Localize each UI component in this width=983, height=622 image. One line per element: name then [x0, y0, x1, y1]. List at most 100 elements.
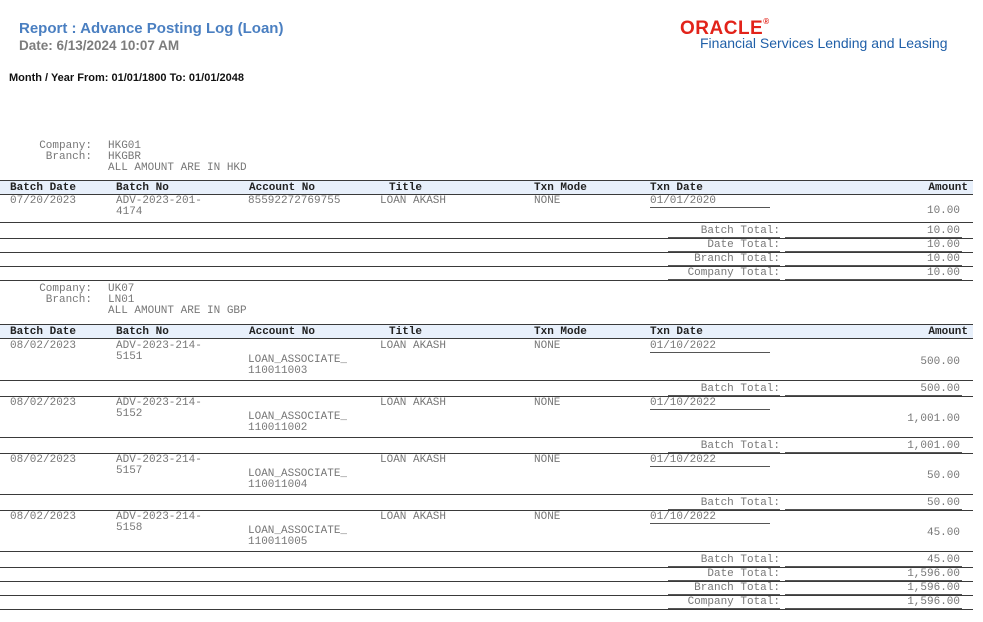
account-no: 110011004: [248, 479, 308, 491]
row-divider: [0, 280, 973, 281]
currency-note: ALL AMOUNT ARE IN GBP: [108, 305, 247, 317]
batch-date: 08/02/2023: [10, 397, 77, 409]
account-no: 110011003: [248, 365, 308, 377]
batch-no: 5157: [116, 465, 143, 477]
account-no: 110011005: [248, 536, 308, 548]
branch-total-value: 10.00: [926, 253, 960, 265]
row-divider: [0, 252, 973, 253]
date-total-label: Date Total:: [707, 568, 780, 580]
row-divider: [0, 437, 973, 438]
col-account-no: Account No: [249, 326, 316, 338]
col-batch-date: Batch Date: [10, 182, 77, 194]
col-txn-date: Txn Date: [650, 326, 703, 338]
oracle-product-name: Financial Services Lending and Leasing: [700, 35, 948, 51]
col-account-no: Account No: [249, 182, 316, 194]
report-title: Report : Advance Posting Log (Loan): [19, 20, 284, 37]
loan-title: LOAN AKASH: [380, 340, 447, 352]
txn-date-underline: [650, 352, 770, 353]
branch-total-label: Branch Total:: [694, 253, 780, 265]
column-header-row: Batch Date Batch No Account No Title Txn Mod…: [0, 180, 973, 195]
company-total-label: Company Total:: [687, 267, 780, 279]
txn-mode: NONE: [534, 511, 561, 523]
txn-date-underline: [650, 207, 770, 208]
txn-date: 01/10/2022: [650, 511, 717, 523]
txn-date: 01/10/2022: [650, 397, 717, 409]
row-divider: [0, 609, 973, 610]
company-total-value: 1,596.00: [907, 596, 960, 608]
batch-total-label: Batch Total:: [700, 497, 780, 509]
batch-no: 5151: [116, 351, 143, 363]
txn-date-underline: [650, 523, 770, 524]
company-total-label: Company Total:: [687, 596, 780, 608]
column-header-row: Batch Date Batch No Account No Title Txn Mod…: [0, 324, 973, 339]
col-amount: Amount: [928, 182, 968, 194]
date-total-value: 1,596.00: [907, 568, 960, 580]
row-divider: [0, 238, 973, 239]
report-date: Date: 6/13/2024 10:07 AM: [19, 38, 180, 53]
amount: 10.00: [926, 205, 960, 217]
txn-mode: NONE: [534, 454, 561, 466]
amount: 45.00: [926, 527, 960, 539]
batch-date: 08/02/2023: [10, 340, 77, 352]
txn-date: 01/10/2022: [650, 454, 717, 466]
batch-date: 08/02/2023: [10, 454, 77, 466]
batch-total-value: 500.00: [920, 383, 960, 395]
row-divider: [0, 581, 973, 582]
branch-total-label: Branch Total:: [694, 582, 780, 594]
col-batch-no: Batch No: [116, 326, 169, 338]
row-divider: [0, 551, 973, 552]
loan-title: LOAN AKASH: [380, 195, 447, 207]
branch-label: Branch:: [45, 294, 92, 306]
col-txn-mode: Txn Mode: [534, 182, 587, 194]
date-total-value: 10.00: [926, 239, 960, 251]
col-batch-no: Batch No: [116, 182, 169, 194]
currency-note: ALL AMOUNT ARE IN HKD: [108, 162, 247, 174]
txn-date-underline: [650, 466, 770, 467]
row-divider: [0, 380, 973, 381]
batch-no: 5158: [116, 522, 143, 534]
batch-total-label: Batch Total:: [700, 554, 780, 566]
txn-mode: NONE: [534, 397, 561, 409]
batch-total-value: 10.00: [926, 225, 960, 237]
col-batch-date: Batch Date: [10, 326, 77, 338]
col-title: Title: [389, 182, 423, 194]
col-txn-mode: Txn Mode: [534, 326, 587, 338]
branch-total-value: 1,596.00: [907, 582, 960, 594]
report-page: Report : Advance Posting Log (Loan) Date…: [0, 0, 983, 622]
batch-date: 07/20/2023: [10, 195, 77, 207]
loan-title: LOAN AKASH: [380, 454, 447, 466]
row-divider: [0, 266, 973, 267]
row-divider: [0, 567, 973, 568]
date-total-label: Date Total:: [707, 239, 780, 251]
amount: 500.00: [920, 356, 960, 368]
txn-mode: NONE: [534, 195, 561, 207]
batch-total-value: 1,001.00: [907, 440, 960, 452]
txn-date-underline: [650, 409, 770, 410]
branch-label: Branch:: [45, 151, 92, 163]
row-divider: [0, 494, 973, 495]
batch-total-label: Batch Total:: [700, 225, 780, 237]
txn-date: 01/01/2020: [650, 195, 717, 207]
loan-title: LOAN AKASH: [380, 397, 447, 409]
txn-mode: NONE: [534, 340, 561, 352]
row-divider: [0, 222, 973, 223]
batch-total-label: Batch Total:: [700, 440, 780, 452]
col-amount: Amount: [928, 326, 968, 338]
amount: 50.00: [926, 470, 960, 482]
batch-date: 08/02/2023: [10, 511, 77, 523]
company-total-value: 10.00: [926, 267, 960, 279]
batch-total-value: 45.00: [926, 554, 960, 566]
batch-total-label: Batch Total:: [700, 383, 780, 395]
col-title: Title: [389, 326, 423, 338]
oracle-logo-tm: ®: [763, 17, 770, 26]
col-txn-date: Txn Date: [650, 182, 703, 194]
batch-total-value: 50.00: [926, 497, 960, 509]
amount: 1,001.00: [907, 413, 960, 425]
txn-date: 01/10/2022: [650, 340, 717, 352]
batch-no: 4174: [116, 206, 143, 218]
row-divider: [0, 595, 973, 596]
batch-no: 5152: [116, 408, 143, 420]
account-no: 110011002: [248, 422, 308, 434]
account-no: 85592272769755: [248, 195, 341, 207]
report-period: Month / Year From: 01/01/1800 To: 01/01/…: [9, 72, 244, 84]
